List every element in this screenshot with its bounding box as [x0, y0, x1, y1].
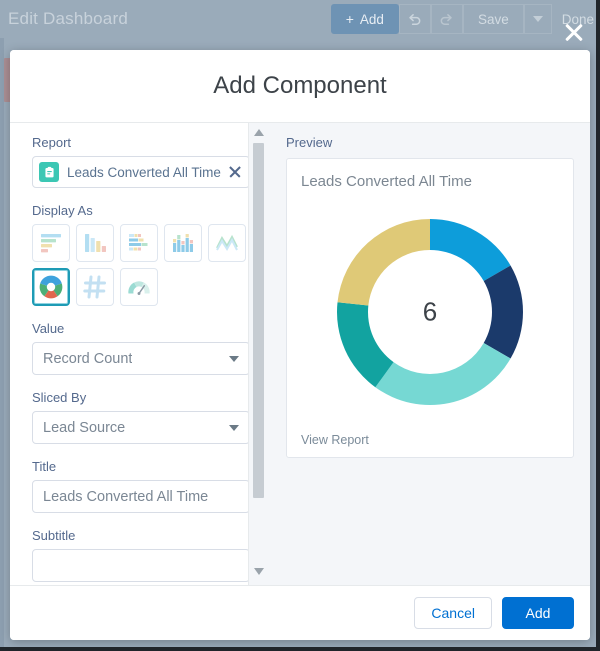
preview-card: Leads Converted All Time 6 View Report — [286, 158, 574, 458]
modal-title: Add Component — [213, 72, 387, 99]
value-field: Value Record Count — [32, 321, 250, 375]
modal-header: Add Component — [10, 50, 590, 123]
donut-slice[interactable] — [337, 218, 430, 306]
modal-body: Report Leads Converted All Time Display … — [10, 123, 590, 585]
add-button[interactable]: Add — [502, 597, 574, 629]
donut-slice[interactable] — [375, 342, 511, 405]
subtitle-field: Subtitle — [32, 528, 250, 582]
value-label: Value — [32, 321, 65, 336]
component-config-pane: Report Leads Converted All Time Display … — [10, 123, 268, 585]
display-as-label: Display As — [32, 203, 93, 218]
scroll-down-arrow-icon[interactable] — [253, 568, 264, 575]
undo-arrow-icon — [409, 13, 421, 25]
report-clipboard-icon — [39, 162, 59, 182]
subtitle-label: Subtitle — [32, 528, 76, 543]
donut-chart-icon — [39, 275, 63, 299]
preview-label: Preview — [286, 135, 333, 150]
viz-option-line-chart[interactable] — [208, 224, 246, 262]
subtitle-input[interactable] — [32, 549, 250, 582]
gauge-chart-icon — [128, 281, 150, 295]
window-right-edge — [596, 0, 600, 651]
viz-option-metric-number-chart[interactable] — [76, 268, 114, 306]
close-icon[interactable] — [561, 19, 587, 45]
sliced-by-label: Sliced By — [32, 390, 87, 405]
viz-option-vertical-bar-chart[interactable] — [76, 224, 114, 262]
donut-center-value: 6 — [422, 296, 438, 326]
chevron-down-icon — [229, 355, 239, 362]
add-component-modal: Add Component Report Leads Converted All… — [10, 50, 590, 640]
stacked-vertical-bar-chart-icon — [173, 234, 193, 252]
viz-option-gauge-chart[interactable] — [120, 268, 158, 306]
donut-chart: 6 — [301, 192, 559, 431]
modal-footer: Cancel Add — [10, 585, 590, 640]
title-input[interactable] — [32, 480, 250, 513]
dashboard-save-button[interactable]: Save — [462, 4, 524, 34]
viz-option-donut-chart[interactable] — [32, 268, 70, 306]
donut-slice[interactable] — [483, 265, 523, 358]
cancel-button[interactable]: Cancel — [414, 597, 492, 629]
chevron-down-icon — [532, 16, 543, 22]
metric-number-icon — [83, 275, 106, 299]
sliced-by-select-value: Lead Source — [43, 419, 126, 436]
report-selected-label: Leads Converted All Time — [67, 164, 221, 180]
horizontal-bar-chart-icon — [41, 234, 61, 253]
dashboard-page-title: Edit Dashboard — [8, 9, 128, 28]
sliced-by-field: Sliced By Lead Source — [32, 390, 250, 444]
viz-option-stacked-vertical-bar-chart[interactable] — [164, 224, 202, 262]
line-chart-icon — [216, 234, 238, 251]
scrollbar-thumb[interactable] — [253, 143, 264, 498]
report-label: Report — [32, 135, 72, 150]
dashboard-save-menu-button[interactable] — [523, 4, 552, 34]
display-as-field: Display As — [32, 203, 250, 306]
dashboard-add-button[interactable]: + Add — [330, 4, 399, 34]
value-select[interactable]: Record Count — [32, 342, 250, 375]
plus-icon: + — [345, 11, 354, 27]
preview-pane: Preview Leads Converted All Time 6 View … — [268, 123, 590, 585]
viz-option-horizontal-bar-chart[interactable] — [32, 224, 70, 262]
report-selected-pill[interactable]: Leads Converted All Time — [32, 156, 250, 188]
config-scrollbar[interactable] — [248, 123, 268, 585]
redo-arrow-icon — [441, 13, 453, 25]
chart-title: Leads Converted All Time — [301, 173, 472, 190]
report-remove-icon[interactable] — [225, 162, 245, 182]
donut-slice[interactable] — [430, 218, 511, 281]
stacked-horizontal-bar-chart-icon — [129, 234, 148, 251]
dashboard-add-label: Add — [359, 11, 384, 27]
dashboard-undo-button[interactable] — [398, 4, 431, 34]
report-field: Report Leads Converted All Time — [32, 135, 250, 188]
chevron-down-icon — [229, 424, 239, 431]
sliced-by-select[interactable]: Lead Source — [32, 411, 250, 444]
view-report-link[interactable]: View Report — [301, 433, 559, 447]
display-as-option-grid — [32, 224, 248, 306]
dashboard-header-bar: Edit Dashboard + Add Save Done — [0, 0, 600, 38]
value-select-value: Record Count — [43, 350, 133, 367]
scroll-up-arrow-icon[interactable] — [253, 129, 264, 136]
vertical-bar-chart-icon — [85, 234, 106, 252]
viz-option-stacked-horizontal-bar-chart[interactable] — [120, 224, 158, 262]
title-label: Title — [32, 459, 57, 474]
dashboard-header-actions: + Add Save Done — [330, 4, 600, 34]
dashboard-redo-button[interactable] — [430, 4, 463, 34]
window-bottom-edge — [0, 647, 600, 651]
title-field: Title — [32, 459, 250, 513]
dashboard-save-label: Save — [477, 11, 509, 27]
